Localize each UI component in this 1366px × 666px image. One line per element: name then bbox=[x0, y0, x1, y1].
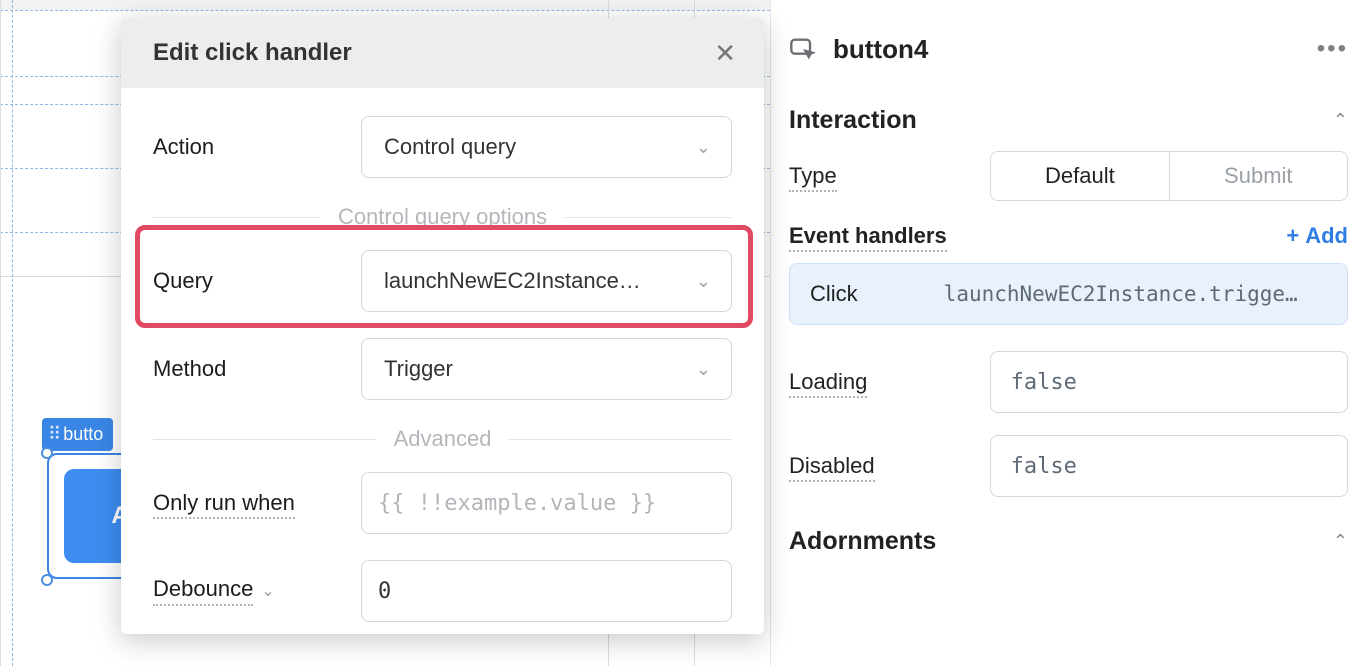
modal-title: Edit click handler bbox=[153, 39, 352, 67]
selection-tag-label: butto bbox=[63, 424, 103, 445]
action-select[interactable]: Control query ⌄ bbox=[361, 116, 732, 178]
query-select[interactable]: launchNewEC2Instance… ⌄ bbox=[361, 250, 732, 312]
plus-icon: + bbox=[1286, 223, 1299, 249]
event-handlers-label: Event handlers bbox=[789, 223, 947, 252]
inspector-panel: button4 ••• Interaction ⌃ Type Default S… bbox=[770, 0, 1366, 666]
chevron-down-icon: ⌄ bbox=[696, 137, 711, 158]
collapse-section-icon[interactable]: ⌃ bbox=[1333, 531, 1348, 552]
disabled-input[interactable] bbox=[990, 435, 1348, 497]
selection-tag[interactable]: ⠿ butto bbox=[42, 418, 113, 451]
modal-header: Edit click handler ✕ bbox=[121, 18, 764, 88]
more-menu-icon[interactable]: ••• bbox=[1317, 35, 1348, 63]
resize-handle[interactable] bbox=[41, 574, 53, 586]
collapse-section-icon[interactable]: ⌃ bbox=[1333, 110, 1348, 131]
divider-label: Advanced bbox=[394, 426, 492, 452]
method-label: Method bbox=[153, 356, 361, 382]
query-label: Query bbox=[153, 268, 361, 294]
only-run-when-input[interactable] bbox=[361, 472, 732, 534]
handler-code: launchNewEC2Instance.trigge… bbox=[944, 282, 1327, 306]
debounce-label: Debounce bbox=[153, 576, 253, 606]
component-name[interactable]: button4 bbox=[833, 34, 928, 65]
disabled-label: Disabled bbox=[789, 453, 875, 482]
component-button-icon bbox=[789, 35, 817, 63]
section-interaction: Interaction bbox=[789, 106, 917, 135]
section-adornments: Adornments bbox=[789, 527, 936, 556]
debounce-input[interactable] bbox=[361, 560, 732, 622]
drag-grip-icon: ⠿ bbox=[48, 424, 59, 445]
loading-label: Loading bbox=[789, 369, 867, 398]
divider-control-query-options: Control query options bbox=[153, 204, 732, 230]
action-value: Control query bbox=[384, 134, 516, 160]
divider-advanced: Advanced bbox=[153, 426, 732, 452]
close-icon[interactable]: ✕ bbox=[714, 38, 736, 69]
handler-event: Click bbox=[810, 281, 858, 307]
action-label: Action bbox=[153, 134, 361, 160]
canvas-shade bbox=[0, 0, 770, 10]
gridline bbox=[0, 10, 770, 11]
divider-label: Control query options bbox=[338, 204, 547, 230]
chevron-down-icon: ⌄ bbox=[696, 359, 711, 380]
chevron-down-icon: ⌄ bbox=[696, 271, 711, 292]
add-handler-button[interactable]: + Add bbox=[1286, 223, 1348, 249]
method-value: Trigger bbox=[384, 356, 453, 382]
event-handler-row[interactable]: Click launchNewEC2Instance.trigge… bbox=[789, 263, 1348, 325]
type-label: Type bbox=[789, 163, 837, 192]
query-value: launchNewEC2Instance… bbox=[384, 268, 641, 294]
resize-handle[interactable] bbox=[41, 447, 53, 459]
gridline bbox=[0, 0, 1, 666]
type-segmented: Default Submit bbox=[990, 151, 1348, 201]
gridline bbox=[12, 0, 13, 666]
edit-click-handler-modal: Edit click handler ✕ Action Control quer… bbox=[121, 18, 764, 634]
add-label: Add bbox=[1305, 223, 1348, 249]
only-run-when-label: Only run when bbox=[153, 490, 295, 519]
method-select[interactable]: Trigger ⌄ bbox=[361, 338, 732, 400]
chevron-down-icon[interactable]: ⌄ bbox=[261, 581, 274, 601]
type-submit-button[interactable]: Submit bbox=[1169, 152, 1347, 200]
type-default-button[interactable]: Default bbox=[991, 152, 1168, 200]
loading-input[interactable] bbox=[990, 351, 1348, 413]
